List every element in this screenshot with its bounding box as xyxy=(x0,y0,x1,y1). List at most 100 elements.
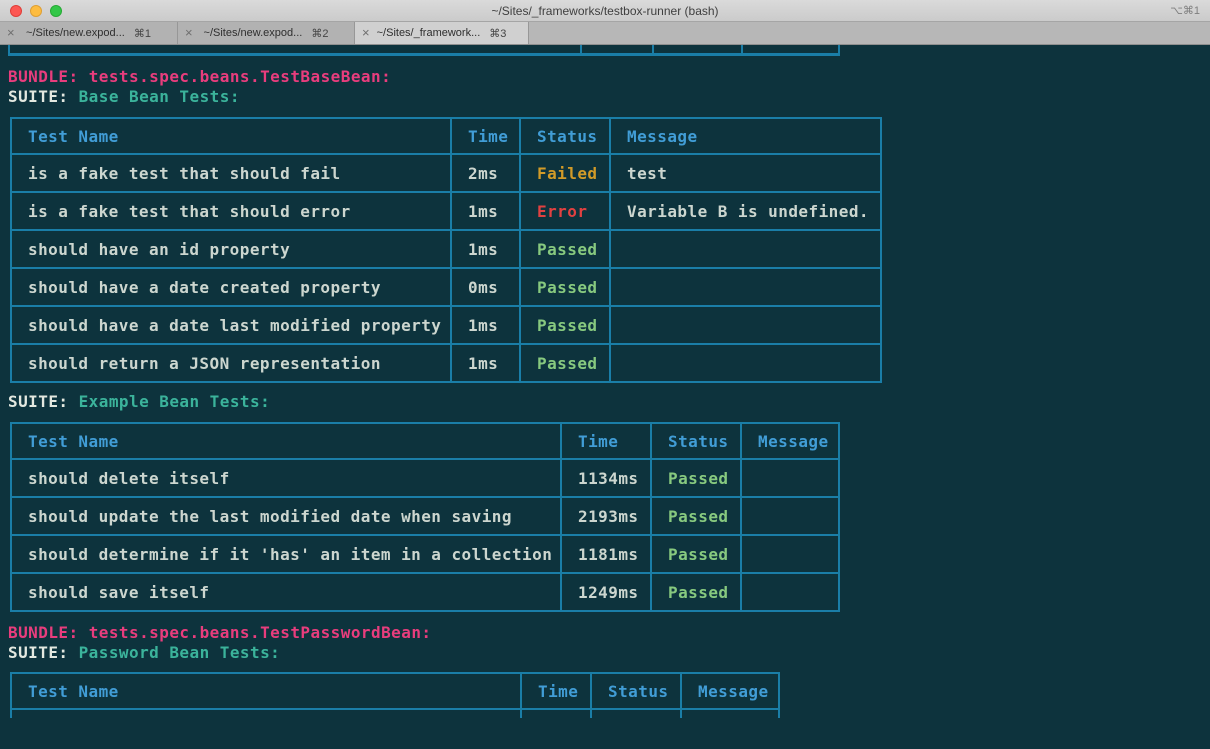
time-cell: 1249ms xyxy=(561,573,651,611)
bundle-name: tests.spec.beans.TestPasswordBean: xyxy=(89,623,432,642)
tab-shortcut: ⌘3 xyxy=(489,27,506,40)
test-row: should have an id property1msPassed xyxy=(11,230,881,268)
time-cell: 1ms xyxy=(451,344,520,382)
test-row: is a fake test that should error1msError… xyxy=(11,192,881,230)
status-cell: Passed xyxy=(520,306,610,344)
column-header: Test Name xyxy=(11,423,561,459)
message-cell xyxy=(741,573,839,611)
traffic-lights xyxy=(10,5,62,17)
column-header: Time xyxy=(561,423,651,459)
suite-label: SUITE: xyxy=(8,643,69,662)
time-cell: 1134ms xyxy=(561,459,651,497)
suite-label: SUITE: xyxy=(8,87,69,106)
tab-bar-empty-area xyxy=(529,22,1210,44)
test-row: should determine if it 'has' an item in … xyxy=(11,535,839,573)
message-cell xyxy=(741,535,839,573)
status-cell: Failed xyxy=(520,154,610,192)
column-header: Status xyxy=(520,118,610,154)
window-title: ~/Sites/_frameworks/testbox-runner (bash… xyxy=(491,4,718,18)
message-cell xyxy=(741,497,839,535)
tab-shortcut: ⌘2 xyxy=(311,27,328,40)
tab-1[interactable]: × ~/Sites/new.expod... ⌘1 xyxy=(0,22,178,44)
message-cell xyxy=(610,268,881,306)
column-header: Status xyxy=(591,673,681,709)
test-name-cell: should update the last modified date whe… xyxy=(11,497,561,535)
tab-2[interactable]: × ~/Sites/new.expod... ⌘2 xyxy=(178,22,355,44)
bundle-line: BUNDLE: tests.spec.beans.TestPasswordBea… xyxy=(8,623,1210,643)
column-header: Message xyxy=(610,118,881,154)
time-cell: 1ms xyxy=(451,230,520,268)
tab-label: ~/Sites/_framework... xyxy=(377,27,481,39)
tab-label: ~/Sites/new.expod... xyxy=(204,27,303,39)
bundle-label: BUNDLE: xyxy=(8,623,79,642)
test-row: should have a date last modified propert… xyxy=(11,306,881,344)
tab-shortcut: ⌘1 xyxy=(134,27,151,40)
test-row: should update the last modified date whe… xyxy=(11,497,839,535)
close-window-button[interactable] xyxy=(10,5,22,17)
test-row: is a fake test that should fail2msFailed… xyxy=(11,154,881,192)
titlebar[interactable]: ~/Sites/_frameworks/testbox-runner (bash… xyxy=(0,0,1210,22)
status-cell: Passed xyxy=(651,573,741,611)
header-row: Test NameTimeStatusMessage xyxy=(11,118,881,154)
column-header: Message xyxy=(681,673,779,709)
tab-close-icon[interactable]: × xyxy=(7,25,15,40)
minimize-window-button[interactable] xyxy=(30,5,42,17)
test-name-cell: should determine if it 'has' an item in … xyxy=(11,535,561,573)
tab-3-active[interactable]: × ~/Sites/_framework... ⌘3 xyxy=(355,22,529,44)
test-name-cell: should return a JSON representation xyxy=(11,344,451,382)
message-cell: test xyxy=(610,154,881,192)
time-cell: 1ms xyxy=(451,306,520,344)
suite-name: Example Bean Tests: xyxy=(79,392,271,411)
time-cell: 1ms xyxy=(451,192,520,230)
suite-label: SUITE: xyxy=(8,392,69,411)
suite-results: Test NameTimeStatusMessageshould delete … xyxy=(8,422,1210,612)
time-cell: 2193ms xyxy=(561,497,651,535)
status-cell: Error xyxy=(520,192,610,230)
test-name-cell: should have a date created property xyxy=(11,268,451,306)
cropped-table-bottom xyxy=(8,45,840,56)
test-name-cell: should delete itself xyxy=(11,459,561,497)
status-cell: Passed xyxy=(651,497,741,535)
test-name-cell: is a fake test that should error xyxy=(11,192,451,230)
cropped-row xyxy=(11,709,779,718)
column-header: Test Name xyxy=(11,118,451,154)
test-name-cell: should have a date last modified propert… xyxy=(11,306,451,344)
suite-line: SUITE: Base Bean Tests: xyxy=(8,87,1210,107)
zoom-window-button[interactable] xyxy=(50,5,62,17)
column-header: Message xyxy=(741,423,839,459)
test-row: should have a date created property0msPa… xyxy=(11,268,881,306)
column-header: Test Name xyxy=(11,673,521,709)
suite-name: Password Bean Tests: xyxy=(79,643,281,662)
status-cell: Passed xyxy=(651,535,741,573)
header-row: Test NameTimeStatusMessage xyxy=(11,673,779,709)
terminal-output[interactable]: BUNDLE: tests.spec.beans.TestBaseBean: S… xyxy=(0,45,1210,749)
header-row: Test NameTimeStatusMessage xyxy=(11,423,839,459)
status-cell: Passed xyxy=(651,459,741,497)
test-name-cell: should have an id property xyxy=(11,230,451,268)
tab-label: ~/Sites/new.expod... xyxy=(26,27,125,39)
bundle-label: BUNDLE: xyxy=(8,67,79,86)
message-cell xyxy=(610,306,881,344)
tab-close-icon[interactable]: × xyxy=(362,25,370,40)
example-bean-tests-table: Test NameTimeStatusMessageshould delete … xyxy=(10,422,840,612)
test-row: should return a JSON representation1msPa… xyxy=(11,344,881,382)
suite-results: Test NameTimeStatusMessage xyxy=(8,672,1210,718)
column-header: Time xyxy=(521,673,591,709)
password-bean-tests-table: Test NameTimeStatusMessage xyxy=(10,672,780,718)
base-bean-tests-table: Test NameTimeStatusMessageis a fake test… xyxy=(10,117,882,383)
tab-close-icon[interactable]: × xyxy=(185,25,193,40)
message-cell xyxy=(610,230,881,268)
column-header: Status xyxy=(651,423,741,459)
window-shortcut-hint: ⌥⌘1 xyxy=(1170,4,1200,17)
suite-name: Base Bean Tests: xyxy=(79,87,240,106)
test-row: should delete itself1134msPassed xyxy=(11,459,839,497)
bundle-name: tests.spec.beans.TestBaseBean: xyxy=(89,67,391,86)
message-cell xyxy=(610,344,881,382)
tab-bar: × ~/Sites/new.expod... ⌘1 × ~/Sites/new.… xyxy=(0,22,1210,45)
test-row: should save itself1249msPassed xyxy=(11,573,839,611)
bundle-line: BUNDLE: tests.spec.beans.TestBaseBean: xyxy=(8,67,1210,87)
status-cell: Passed xyxy=(520,268,610,306)
time-cell: 0ms xyxy=(451,268,520,306)
time-cell: 2ms xyxy=(451,154,520,192)
terminal-window: ~/Sites/_frameworks/testbox-runner (bash… xyxy=(0,0,1210,749)
